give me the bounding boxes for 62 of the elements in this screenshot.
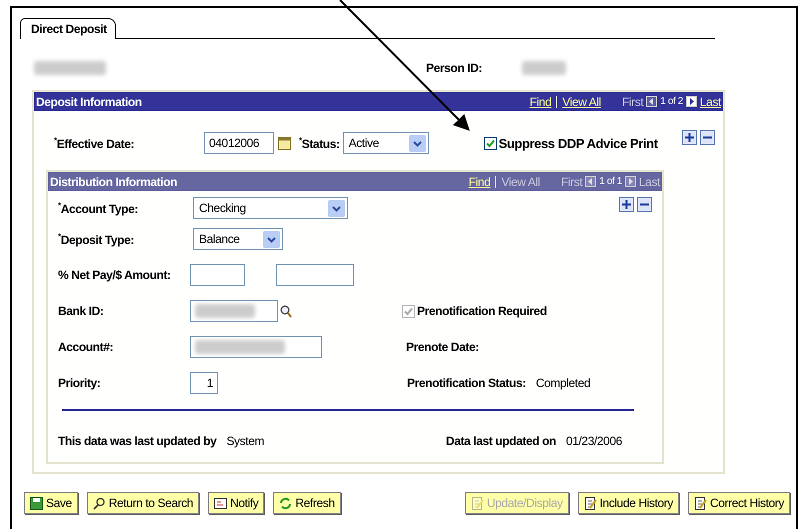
field-label: Bank ID: — [58, 304, 104, 318]
button-icon — [214, 496, 228, 510]
field-label: This data was last updated by — [58, 434, 216, 448]
button-icon — [694, 496, 707, 510]
calendar-icon[interactable] — [278, 136, 291, 150]
field-label: Data last updated on — [446, 434, 556, 448]
toolbar-button[interactable]: Notify — [208, 492, 264, 514]
button-icon — [30, 496, 43, 510]
panel-title: Deposit Information — [36, 94, 142, 108]
checkbox-label: Prenotification Required — [417, 304, 547, 318]
redacted-text — [34, 61, 106, 75]
toolbar-button[interactable]: Return to Search — [86, 492, 200, 514]
checkbox[interactable] — [484, 136, 497, 150]
field-value: 01/23/2006 — [566, 434, 622, 448]
person-id-label: Person ID: — [426, 61, 482, 75]
redacted-text — [522, 61, 566, 75]
button-icon — [92, 496, 106, 510]
button-icon — [584, 496, 597, 510]
amount-field[interactable] — [276, 264, 354, 286]
delete-row-icon[interactable] — [700, 130, 715, 145]
field-label: Prenotification Status: — [407, 376, 526, 390]
next-icon[interactable] — [686, 96, 697, 107]
account-field[interactable] — [190, 336, 322, 358]
dropdown-field[interactable]: Balance — [193, 228, 283, 250]
button-icon — [279, 496, 292, 510]
dropdown-field[interactable]: Active — [342, 132, 429, 154]
toolbar-button[interactable]: Correct History — [688, 492, 790, 514]
checkbox-label: Suppress DDP Advice Print — [498, 136, 658, 150]
field-label: $^{*}$Account Type: — [58, 200, 139, 216]
previous-icon[interactable] — [585, 176, 596, 187]
redacted-text — [195, 304, 255, 318]
previous-icon[interactable] — [646, 96, 658, 107]
field-label: $^{*}$Status: — [299, 136, 340, 150]
field-label: Account#: — [58, 340, 114, 354]
field-label: Priority: — [58, 376, 102, 390]
toolbar-button[interactable]: Include History — [578, 492, 679, 514]
percent-field[interactable] — [190, 264, 245, 286]
add-row-icon[interactable] — [619, 197, 634, 212]
add-row-icon[interactable] — [682, 130, 697, 145]
page-position: 1 of 1 — [599, 176, 622, 187]
bank-id-field[interactable] — [190, 300, 278, 322]
dropdown-field[interactable]: Checking — [193, 197, 348, 219]
field-value: System — [226, 434, 264, 448]
find-link[interactable]: Find — [468, 174, 490, 188]
field-label: $^{*}$Effective Date: — [54, 136, 136, 150]
page-position: 1 of 2 — [660, 96, 683, 107]
date-field[interactable]: 04012006 — [204, 132, 274, 154]
button-icon — [470, 496, 484, 510]
field-label: % Net Pay/$ Amount: — [58, 268, 172, 282]
toolbar-button[interactable]: Refresh — [273, 492, 341, 514]
find-link[interactable]: Find — [530, 94, 552, 108]
toolbar-button[interactable]: Save — [24, 492, 78, 514]
search-icon[interactable] — [280, 304, 292, 318]
panel-title: Distribution Information — [50, 174, 178, 188]
last-link[interactable]: Last — [700, 94, 721, 108]
field-label: $^{*}$Deposit Type: — [58, 232, 135, 246]
view-all-link[interactable]: View All — [562, 94, 601, 108]
page-tab[interactable]: Direct Deposit — [20, 18, 116, 39]
priority-field[interactable]: 1 — [190, 372, 218, 394]
field-value: Completed — [536, 376, 590, 390]
delete-row-icon[interactable] — [637, 197, 652, 212]
field-label: Prenote Date: — [406, 340, 479, 354]
